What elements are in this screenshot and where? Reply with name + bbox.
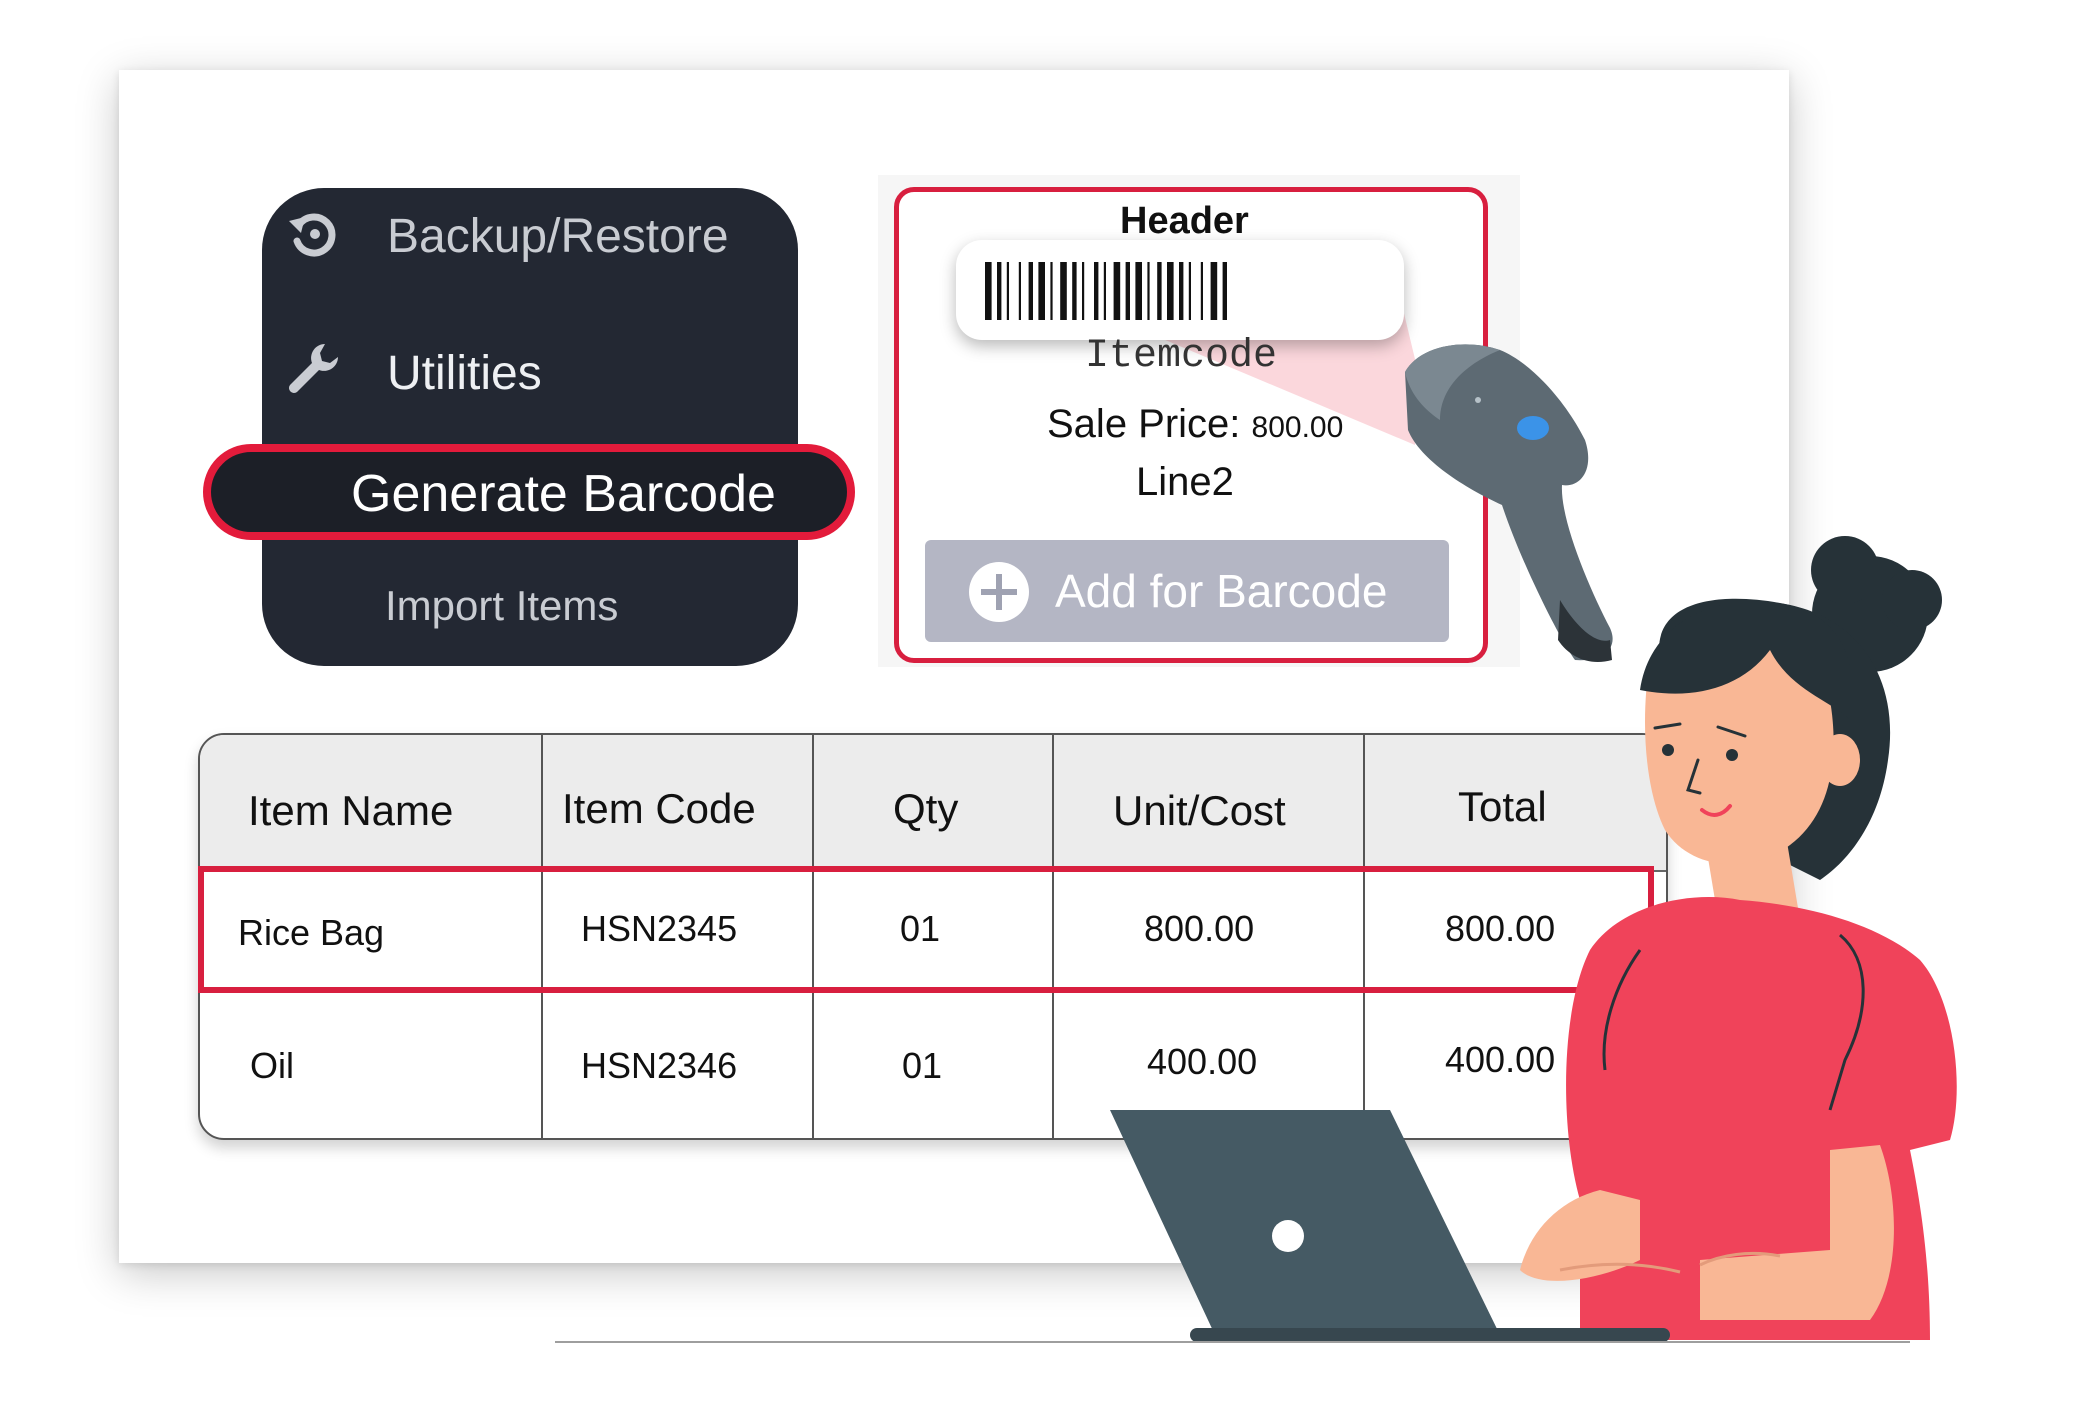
header-item-code: Item Code	[562, 785, 756, 832]
label-itemcode: Itemcode	[1085, 334, 1278, 379]
barcode-image	[985, 262, 1227, 320]
barcode-bar	[1050, 262, 1053, 320]
label-header: Header	[1120, 200, 1249, 242]
barcode-bar	[997, 262, 1002, 320]
barcode-bar	[1188, 262, 1191, 320]
barcode-bar	[1113, 262, 1121, 320]
header-item-name: Item Name	[248, 787, 454, 834]
barcode-bar	[1018, 262, 1021, 320]
barcode-bar	[1028, 262, 1033, 320]
cell-item-code: HSN2346	[581, 1045, 738, 1086]
barcode-bar	[1157, 262, 1162, 320]
barcode-bar	[1179, 262, 1184, 320]
barcode-bar	[1147, 262, 1150, 320]
wrench-icon	[289, 344, 338, 393]
barcode-bar	[1135, 262, 1142, 320]
menu-item-generate-barcode[interactable]: Generate Barcode	[203, 444, 855, 540]
menu-label: Backup/Restore	[387, 210, 729, 263]
barcode-bar	[1072, 262, 1077, 320]
barcode-bar	[1125, 262, 1130, 320]
header-qty: Qty	[893, 785, 959, 832]
barcode-bar	[1006, 262, 1009, 320]
barcode-bar	[1103, 262, 1106, 320]
menu-label: Utilities	[387, 347, 542, 400]
menu-label: Generate Barcode	[351, 465, 776, 523]
add-button-label: Add for Barcode	[1055, 565, 1388, 617]
barcode-bar	[1200, 262, 1203, 320]
header-total: Total	[1458, 783, 1547, 830]
table-row-highlight	[198, 866, 1654, 993]
barcode-bar	[1094, 262, 1099, 320]
barcode-bar	[1060, 262, 1067, 320]
sale-price-label: Sale Price:	[1047, 402, 1241, 446]
barcode-bar	[1210, 262, 1218, 320]
header-unit-cost: Unit/Cost	[1113, 787, 1286, 834]
barcode-bar	[1038, 262, 1045, 320]
cell-item-name: Oil	[250, 1045, 294, 1086]
cell-unit-cost: 400.00	[1147, 1041, 1258, 1082]
restore-icon	[289, 213, 336, 257]
barcode-bar	[1222, 262, 1227, 320]
label-sale-price: Sale Price: 800.00	[1047, 402, 1343, 447]
cell-total: 400.00	[1445, 1039, 1556, 1080]
plus-icon	[969, 562, 1029, 622]
barcode-bar	[1167, 262, 1174, 320]
add-for-barcode-button[interactable]: Add for Barcode	[925, 540, 1449, 642]
label-line2: Line2	[1136, 460, 1234, 504]
menu-label: Import Items	[385, 582, 619, 629]
barcode-bar	[1082, 262, 1085, 320]
cell-qty: 01	[902, 1045, 943, 1086]
sale-price-value: 800.00	[1251, 411, 1344, 444]
barcode-bar	[985, 262, 992, 320]
